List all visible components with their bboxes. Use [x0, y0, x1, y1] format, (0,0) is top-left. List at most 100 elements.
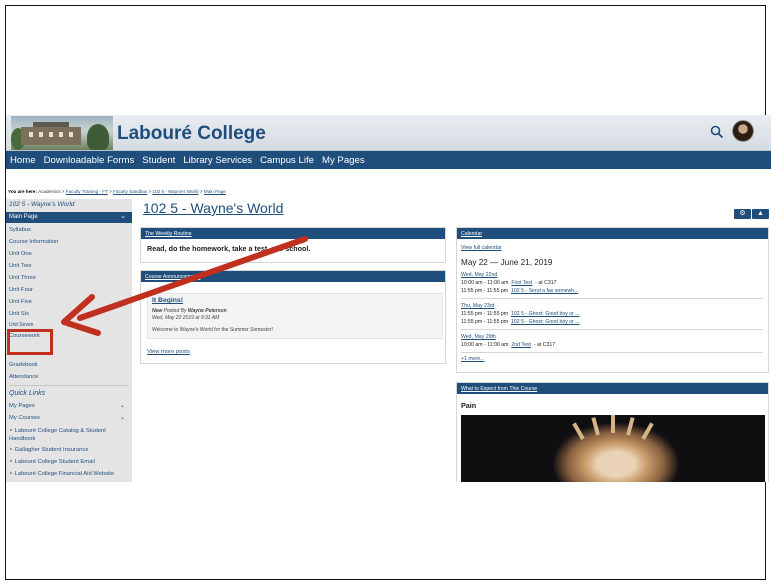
quick-links-title: Quick Links: [9, 390, 46, 397]
course-image: [461, 415, 765, 482]
link-icon: ∘: [9, 471, 13, 477]
gear-icon[interactable]: ⚙: [734, 209, 751, 219]
nav-home[interactable]: Home: [10, 155, 36, 166]
weekly-routine-panel: The Weekly Routine Read, do the homework…: [140, 227, 446, 263]
sidebar-link-financial-aid[interactable]: ∘ Labouré College Financial Aid Website: [9, 471, 114, 477]
weekly-routine-heading[interactable]: The Weekly Routine: [141, 228, 445, 239]
sidebar-item-unit-five[interactable]: Unit Five: [9, 299, 32, 305]
sidebar-item-unit-seven[interactable]: Unit Seven: [9, 322, 33, 328]
sidebar-item-syllabus[interactable]: Syllabus: [9, 227, 31, 233]
browser-viewport: Labouré College Home Downloadable Forms …: [6, 115, 771, 482]
link-icon: ∘: [9, 428, 13, 434]
announcement-date: Wed, May 22 2019 at 9:31 AM: [152, 315, 220, 321]
event-title[interactable]: 2nd Test: [511, 342, 531, 348]
sidebar-item-attendance[interactable]: Attendance: [9, 374, 38, 380]
college-name[interactable]: Labouré College: [117, 123, 266, 145]
calendar-day[interactable]: Wed, May 22nd: [461, 272, 497, 278]
search-icon[interactable]: [710, 125, 724, 139]
calendar-day[interactable]: Wed, May 29th: [461, 334, 496, 340]
event-time: 10:00 am - 11:00 am: [461, 280, 509, 286]
nav-library-services[interactable]: Library Services: [183, 155, 252, 166]
calendar-heading[interactable]: Calendar: [457, 228, 768, 239]
chevron-down-icon[interactable]: ⌄: [120, 402, 125, 409]
calendar-divider: [461, 298, 763, 299]
annotation-highlight-box: [7, 329, 53, 355]
sidebar-main-label: Main Page: [9, 214, 38, 220]
sidebar-item-course-information[interactable]: Course Information: [9, 239, 58, 245]
calendar-event: 10:00 am - 11:00 am 2nd Test - at C317: [461, 342, 555, 348]
sidebar-item-unit-two[interactable]: Unit Two: [9, 263, 31, 269]
avatar[interactable]: [732, 120, 754, 142]
sidebar-link-financial-aid-label: Labouré College Financial Aid Website: [14, 471, 115, 477]
expect-subheading: Pain: [461, 401, 477, 410]
announcement-card: It Begins! New Posted By Wayne Peterson …: [147, 293, 443, 339]
calendar-event: 10:00 am - 11:00 am First Test - at C317: [461, 280, 557, 286]
posted-by-label: Posted By: [163, 308, 187, 314]
calendar-event: 11:55 pm - 11:55 pm 102 5 - Send a fax s…: [461, 288, 578, 294]
nav-student[interactable]: Student: [142, 155, 175, 166]
new-badge: New: [152, 308, 163, 314]
sidebar-link-catalog[interactable]: ∘ Labouré College Catalog & Student Handb…: [9, 427, 119, 443]
event-time: 11:55 pm - 11:55 pm: [461, 319, 509, 325]
nav-campus-life[interactable]: Campus Life: [260, 155, 314, 166]
sidebar-item-unit-six[interactable]: Unit Six: [9, 311, 29, 317]
announcement-meta: New Posted By Wayne Peterson: [152, 308, 227, 314]
chevron-down-icon[interactable]: ⌄: [120, 414, 125, 421]
breadcrumb: You are here: Academics > Faculty Traini…: [8, 189, 226, 194]
sidebar-item-main-page[interactable]: Main Page ⌄: [6, 212, 132, 223]
event-location: - at C317: [533, 342, 556, 348]
breadcrumb-main-page[interactable]: Main Page: [204, 189, 226, 194]
chevron-down-icon[interactable]: ⌄: [120, 212, 126, 220]
breadcrumb-faculty-sandbox[interactable]: Faculty Sandbox: [113, 189, 147, 194]
weekly-routine-text: Read, do the homework, take a test, ace …: [147, 244, 311, 253]
expect-heading[interactable]: What to Expect from This Course: [457, 383, 768, 394]
link-icon: ∘: [9, 447, 13, 453]
calendar-divider: [461, 329, 763, 330]
calendar-date-range: May 22 — June 21, 2019: [461, 258, 553, 267]
event-title[interactable]: First Test: [511, 280, 532, 286]
sidebar-link-email-label: Labouré College Student Email: [14, 459, 95, 465]
view-more-posts-link[interactable]: View more posts: [147, 349, 190, 355]
sidebar-item-my-pages[interactable]: My Pages: [9, 403, 35, 409]
event-title[interactable]: 102 5 - Ghost: Good boy or ...: [511, 319, 580, 325]
link-icon: ∘: [9, 459, 13, 465]
sidebar-link-catalog-label: Labouré College Catalog & Student Handbo…: [9, 428, 106, 442]
event-time: 11:55 pm - 11:55 pm: [461, 288, 509, 294]
sidebar-link-insurance[interactable]: ∘ Gallagher Student Insurance: [9, 447, 88, 453]
sidebar-item-unit-four[interactable]: Unit Four: [9, 287, 33, 293]
calendar-panel: Calendar View full calendar May 22 — Jun…: [456, 227, 769, 373]
nav-downloadable-forms[interactable]: Downloadable Forms: [44, 155, 135, 166]
calendar-more-link[interactable]: +1 more...: [461, 356, 485, 362]
sidebar-course-title: 102 5 - Wayne's World: [9, 201, 75, 208]
main-nav: Home Downloadable Forms Student Library …: [6, 151, 771, 169]
sidebar-item-my-courses[interactable]: My Courses: [9, 415, 40, 421]
announcements-panel: Course Announcements It Begins! New Post…: [140, 270, 446, 364]
site-header: Labouré College: [6, 115, 771, 151]
breadcrumb-label: You are here:: [8, 189, 38, 194]
announcement-title[interactable]: It Begins!: [152, 297, 183, 304]
calendar-day[interactable]: Thu, May 23rd: [461, 303, 494, 309]
event-time: 10:00 am - 11:00 am: [461, 342, 509, 348]
sidebar-item-gradebook[interactable]: Gradebook: [9, 362, 38, 368]
breadcrumb-academics[interactable]: Academics: [38, 189, 60, 194]
breadcrumb-course[interactable]: 102 5 - Wayne's World: [153, 189, 199, 194]
calendar-event: 11:55 pm - 11:55 pm 102 5 - Ghost: Good …: [461, 319, 580, 325]
college-logo[interactable]: [11, 116, 113, 150]
view-full-calendar-link[interactable]: View full calendar: [461, 245, 502, 251]
event-title[interactable]: 102 5 - Send a fax somewh...: [511, 288, 578, 294]
nav-my-pages[interactable]: My Pages: [322, 155, 365, 166]
event-title[interactable]: 102 5 - Ghost: Good boy or ...: [511, 311, 580, 317]
breadcrumb-faculty-training[interactable]: Faculty Training - FT: [66, 189, 108, 194]
event-time: 11:55 pm - 11:55 pm: [461, 311, 509, 317]
announcement-body: Welcome to Wayne's World for the Summer …: [152, 327, 273, 333]
announcements-heading[interactable]: Course Announcements: [141, 271, 445, 282]
sidebar-item-unit-one[interactable]: Unit One: [9, 251, 32, 257]
announcement-author: Wayne Peterson: [187, 308, 227, 314]
event-location: - at C317: [535, 280, 557, 286]
sidebar-divider: [9, 385, 129, 386]
expect-panel: What to Expect from This Course Pain: [456, 382, 769, 482]
user-icon[interactable]: ▲: [752, 209, 769, 219]
page-title[interactable]: 102 5 - Wayne's World: [143, 200, 283, 216]
sidebar-item-unit-three[interactable]: Unit Three: [9, 275, 36, 281]
sidebar-link-email[interactable]: ∘ Labouré College Student Email: [9, 459, 95, 465]
